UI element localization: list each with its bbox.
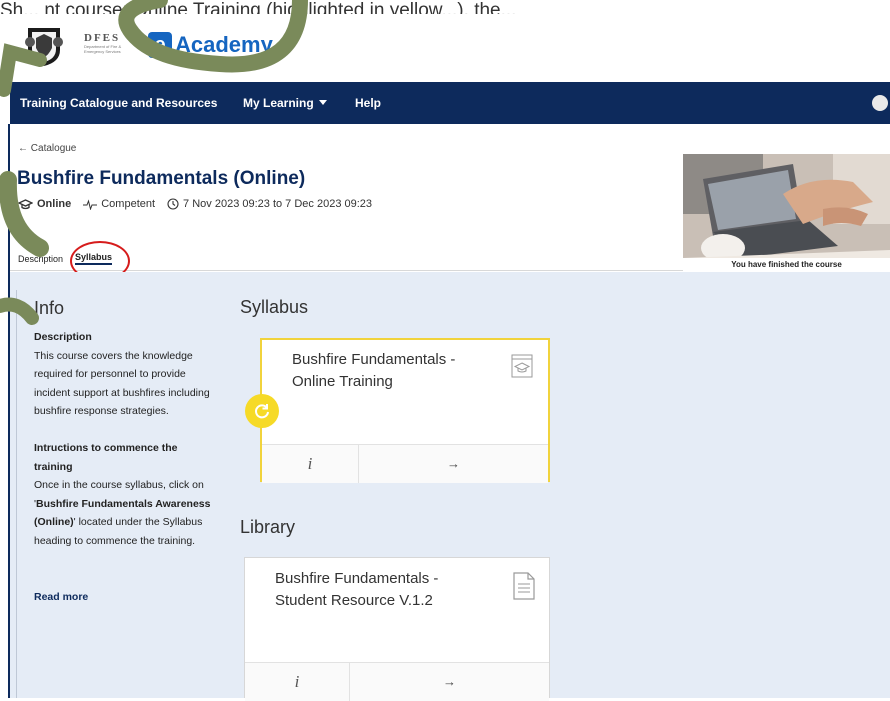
dfes-logo-text: DFES [84, 32, 121, 44]
library-info-button[interactable]: i [245, 663, 350, 701]
syllabus-info-button[interactable]: i [262, 445, 359, 483]
dfes-logo: DFES Department of Fire & Emergency Serv… [84, 32, 132, 62]
instructions-text: Once in the course syllabus, click on 'B… [34, 476, 214, 550]
back-to-catalogue-link[interactable]: ← Catalogue [18, 143, 76, 154]
graduation-cap-icon [18, 198, 33, 210]
document-icon [513, 572, 535, 605]
in-progress-icon [245, 394, 279, 428]
instructions-heading: Intructions to commence the training [34, 441, 178, 473]
nav-item-training-catalogue[interactable]: Training Catalogue and Resources [20, 82, 217, 124]
syllabus-card-title: Bushfire Fundamentals - Online Training [292, 351, 456, 390]
site-header [0, 14, 890, 82]
course-delivery-mode: Online [37, 198, 72, 210]
user-avatar-icon[interactable] [872, 95, 888, 111]
dfes-logo-subtitle: Department of Fire & Emergency Services [84, 44, 122, 54]
description-text: This course covers the knowledge require… [34, 349, 210, 418]
course-title: Bushfire Fundamentals (Online) [17, 168, 306, 189]
library-open-button[interactable]: → [350, 663, 549, 701]
info-body: Description This course covers the knowl… [34, 328, 214, 551]
eacademy-wordmark: Academy [175, 32, 273, 57]
syllabus-open-button[interactable]: → [359, 445, 548, 483]
course-meta: Online Competent 7 Nov 2023 09:23 to 7 D… [18, 198, 372, 210]
back-link-label: Catalogue [30, 143, 77, 154]
library-heading: Library [240, 517, 296, 537]
syllabus-heading: Syllabus [240, 297, 309, 317]
syllabus-card[interactable]: Bushfire Fundamentals - Online Training … [260, 338, 550, 483]
library-card-title: Bushfire Fundamentals - Student Resource… [275, 570, 439, 609]
nav-item-help[interactable]: Help [355, 82, 381, 124]
description-heading: Description [34, 331, 92, 343]
syllabus-card-footer: i → [262, 444, 548, 483]
eacademy-logo[interactable]: e Academy [148, 32, 273, 58]
pulse-icon [83, 198, 98, 210]
library-card[interactable]: Bushfire Fundamentals - Student Resource… [244, 557, 550, 701]
read-more-link[interactable]: Read more [34, 591, 88, 603]
main-nav: Training Catalogue and Resources My Lear… [10, 82, 890, 124]
clock-icon [167, 198, 179, 210]
info-heading: Info [34, 298, 65, 318]
chevron-down-icon [318, 100, 327, 105]
course-dates: 7 Nov 2023 09:23 to 7 Dec 2023 09:23 [183, 198, 373, 210]
course-status: Competent [101, 198, 156, 210]
nav-item-my-learning[interactable]: My Learning [243, 82, 327, 124]
nav-item-my-learning-label: My Learning [243, 96, 314, 110]
tab-description[interactable]: Description [18, 254, 63, 264]
government-crest-logo [22, 22, 66, 68]
course-image-caption: You have finished the course [683, 258, 890, 272]
library-card-footer: i → [245, 662, 549, 701]
course-module-icon [511, 354, 533, 383]
annotation-stroke-mid [0, 171, 49, 257]
eacademy-e-badge: e [148, 32, 172, 58]
course-image: You have finished the course [683, 154, 890, 272]
arrow-left-icon: ← [18, 143, 31, 154]
